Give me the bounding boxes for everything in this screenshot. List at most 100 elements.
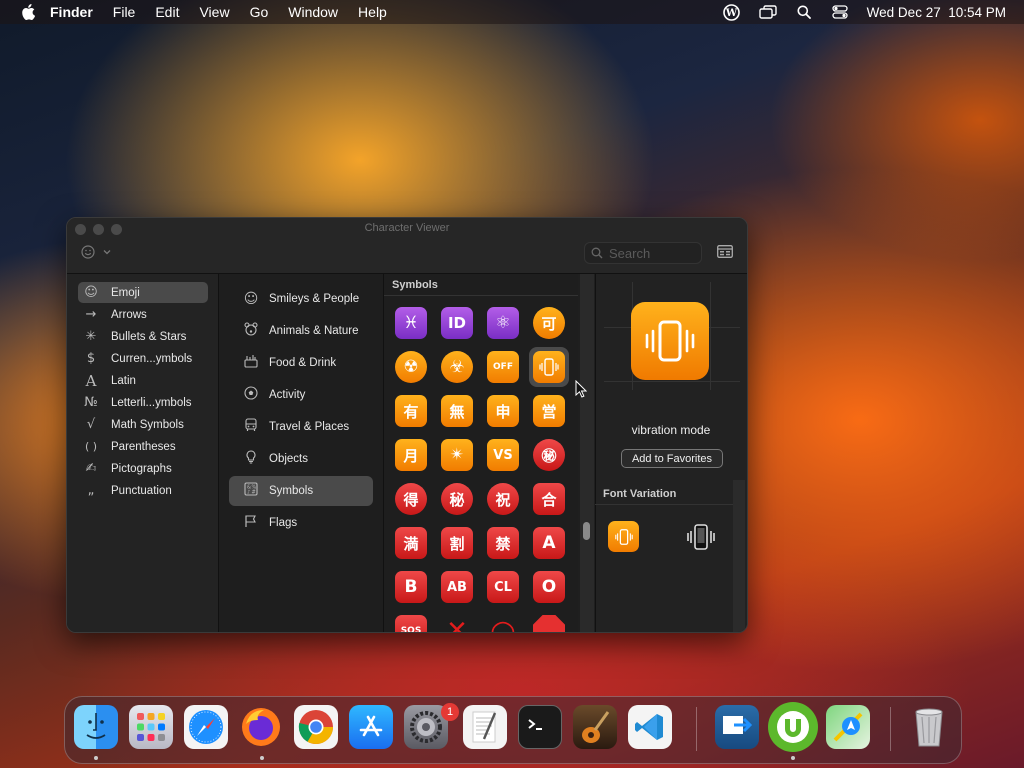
app-store-icon[interactable] xyxy=(349,705,393,749)
emoji-free-of-charge[interactable]: 無 xyxy=(441,395,473,427)
view-toggle-icon[interactable] xyxy=(717,245,733,259)
finder-icon[interactable] xyxy=(74,705,118,749)
emoji-sos-button[interactable]: SOS xyxy=(395,615,427,632)
category-travel-places[interactable]: Travel & Places xyxy=(229,412,373,442)
input-source-selector[interactable] xyxy=(81,245,111,259)
symbols-icon: &% ♪ # xyxy=(241,482,261,500)
grid-scrollbar[interactable] xyxy=(580,274,594,632)
utorrent-icon[interactable] xyxy=(768,702,818,752)
textedit-icon[interactable] xyxy=(463,705,507,749)
emoji-phone-off[interactable]: OFF xyxy=(487,351,519,383)
emoji-not-free-of-charge[interactable]: 有 xyxy=(395,395,427,427)
emoji-vs-button[interactable]: VS xyxy=(487,439,519,471)
sidebar-item-punctuation[interactable]: „ Punctuation xyxy=(78,480,208,501)
emoji-cross-mark[interactable]: ✕ xyxy=(441,615,473,632)
firefox-icon[interactable] xyxy=(239,705,283,749)
control-center-icon[interactable] xyxy=(831,4,849,20)
emoji-stop-sign[interactable] xyxy=(533,615,565,632)
sidebar-item-letterlike[interactable]: № Letterli...ymbols xyxy=(78,392,208,413)
emoji-prohibited[interactable]: 禁 xyxy=(487,527,519,559)
sidebar-item-label: Bullets & Stars xyxy=(111,330,187,343)
sidebar-item-latin[interactable]: A Latin xyxy=(78,370,208,391)
menu-edit[interactable]: Edit xyxy=(155,4,179,20)
emoji-pisces[interactable]: ♓ xyxy=(395,307,427,339)
menubar-clock[interactable]: Wed Dec 27 10:54 PM xyxy=(867,5,1006,20)
trash-icon[interactable] xyxy=(907,705,951,749)
smiley-icon: ☺ xyxy=(84,285,98,300)
category-smileys-people[interactable]: ☺ Smileys & People xyxy=(229,284,373,314)
spotlight-search-icon[interactable] xyxy=(795,4,813,20)
emoji-atom[interactable]: ⚛ xyxy=(487,307,519,339)
emoji-discount[interactable]: 割 xyxy=(441,527,473,559)
menu-go[interactable]: Go xyxy=(250,4,269,20)
emoji-vibration-mode[interactable] xyxy=(533,351,565,383)
migration-assistant-icon[interactable] xyxy=(715,705,759,749)
vscode-icon[interactable] xyxy=(628,705,672,749)
category-animals-nature[interactable]: Animals & Nature xyxy=(229,316,373,346)
search-input[interactable] xyxy=(607,244,701,262)
chrome-icon[interactable] xyxy=(294,705,338,749)
emoji-o-button[interactable]: O xyxy=(533,571,565,603)
detail-scrollbar[interactable] xyxy=(733,480,745,632)
sidebar-item-parentheses[interactable]: ( ) Parentheses xyxy=(78,436,208,457)
emoji-application[interactable]: 申 xyxy=(487,395,519,427)
category-activity[interactable]: Activity xyxy=(229,380,373,410)
emoji-no-vacancy[interactable]: 満 xyxy=(395,527,427,559)
menu-help[interactable]: Help xyxy=(358,4,387,20)
emoji-secret-kanji[interactable]: 秘 xyxy=(441,483,473,515)
emoji-congratulations[interactable]: 祝 xyxy=(487,483,519,515)
running-indicator xyxy=(791,756,795,760)
emoji-radioactive[interactable]: ☢ xyxy=(395,351,427,383)
search-icon xyxy=(591,247,603,259)
maps-icon[interactable] xyxy=(826,705,870,749)
emoji-cl-button[interactable]: CL xyxy=(487,571,519,603)
ball-icon xyxy=(241,386,261,404)
pictograph-icon: ✍ xyxy=(85,461,97,476)
font-variation-text[interactable] xyxy=(684,521,718,552)
emoji-eight-pointed-star[interactable]: ✴ xyxy=(441,439,473,471)
emoji-acceptable[interactable]: 可 xyxy=(533,307,565,339)
screens-icon[interactable] xyxy=(758,4,777,20)
sidebar-item-math[interactable]: √ Math Symbols xyxy=(78,414,208,435)
wordpress-icon[interactable]: W xyxy=(723,3,741,21)
emoji-category-list: ☺ Smileys & People Animals & Nature Food … xyxy=(219,274,384,632)
launchpad-icon[interactable] xyxy=(129,705,173,749)
sidebar-item-arrows[interactable]: → Arrows xyxy=(78,304,208,325)
emoji-open-for-business[interactable]: 営 xyxy=(533,395,565,427)
apple-menu-icon[interactable] xyxy=(20,4,36,20)
sidebar-item-pictographs[interactable]: ✍ Pictographs xyxy=(78,458,208,479)
emoji-a-button[interactable]: A xyxy=(533,527,565,559)
svg-text:♪: ♪ xyxy=(247,490,250,496)
sidebar-item-bullets-stars[interactable]: ✳ Bullets & Stars xyxy=(78,326,208,347)
menu-file[interactable]: File xyxy=(113,4,136,20)
font-variation-emoji[interactable] xyxy=(608,521,639,552)
sidebar-item-label: Parentheses xyxy=(111,440,176,453)
sidebar-item-label: Arrows xyxy=(111,308,147,321)
garageband-icon[interactable] xyxy=(573,705,617,749)
category-symbols[interactable]: &% ♪ # Symbols xyxy=(229,476,373,506)
category-objects[interactable]: Objects xyxy=(229,444,373,474)
grid-scroll-thumb[interactable] xyxy=(583,522,590,540)
menu-app-name[interactable]: Finder xyxy=(50,4,93,20)
divider xyxy=(384,295,578,296)
emoji-b-button[interactable]: B xyxy=(395,571,427,603)
terminal-icon[interactable] xyxy=(518,705,562,749)
emoji-secret[interactable]: ㊙ xyxy=(533,439,565,471)
emoji-ab-button[interactable]: AB xyxy=(441,571,473,603)
menu-window[interactable]: Window xyxy=(288,4,338,20)
emoji-passing-grade[interactable]: 合 xyxy=(533,483,565,515)
category-flags[interactable]: Flags xyxy=(229,508,373,538)
category-food-drink[interactable]: Food & Drink xyxy=(229,348,373,378)
safari-icon[interactable] xyxy=(184,705,228,749)
emoji-bargain[interactable]: 得 xyxy=(395,483,427,515)
emoji-monthly-amount[interactable]: 月 xyxy=(395,439,427,471)
search-field[interactable] xyxy=(584,242,702,264)
emoji-id-button[interactable]: ID xyxy=(441,307,473,339)
parentheses-icon: ( ) xyxy=(84,440,98,453)
sidebar-item-currency[interactable]: $ Curren...ymbols xyxy=(78,348,208,369)
menu-view[interactable]: View xyxy=(199,4,229,20)
emoji-hollow-red-circle[interactable]: ○ xyxy=(487,614,519,633)
add-to-favorites-button[interactable]: Add to Favorites xyxy=(621,449,723,468)
emoji-biohazard[interactable]: ☣ xyxy=(441,351,473,383)
sidebar-item-emoji[interactable]: ☺ Emoji xyxy=(78,282,208,303)
